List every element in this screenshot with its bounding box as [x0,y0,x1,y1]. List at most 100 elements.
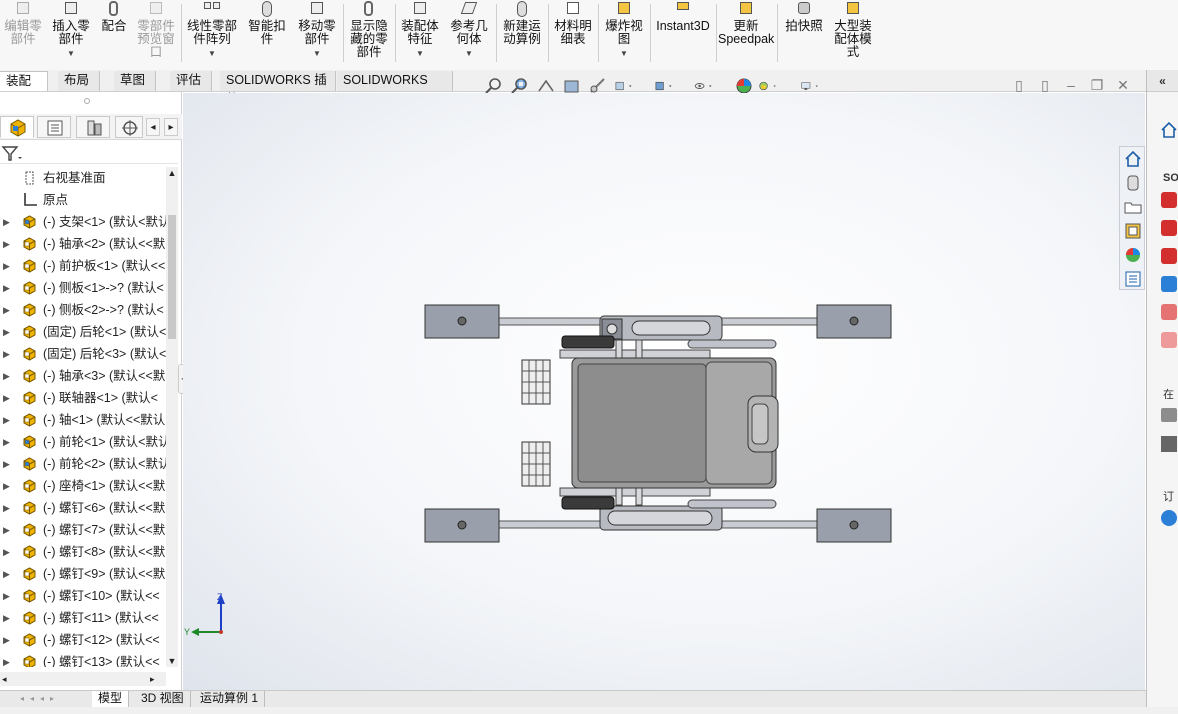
expand-arrow-icon[interactable]: ▶ [3,541,11,563]
tree-item[interactable]: ▶ (-) 座椅<1> (默认<<默 [0,475,166,497]
tile-left-icon[interactable]: ▯ [1011,78,1027,94]
solidworks-resource-icon[interactable] [1161,248,1177,264]
expand-arrow-icon[interactable]: ▶ [3,233,11,255]
tree-item[interactable]: ▶ (-) 轴<1> (默认<<默认 [0,409,166,431]
tree-item[interactable]: ▶ (-) 螺钉<9> (默认<<默 [0,563,166,585]
solidworks-resource-icon[interactable] [1161,192,1177,208]
chevron-down-icon[interactable]: ▼ [601,47,647,60]
expand-arrow-icon[interactable]: ▶ [3,497,11,519]
custom-properties-icon[interactable] [1123,269,1143,289]
reference-geometry-button[interactable]: 参考几何体 ▼ [446,0,492,68]
scroll-right-icon[interactable]: ▸ [150,672,155,686]
expand-arrow-icon[interactable]: ▶ [3,211,11,233]
tree-item[interactable]: ▶ (-) 前护板<1> (默认<< [0,255,166,277]
tree-item[interactable]: ▶ (-) 螺钉<11> (默认<< [0,607,166,629]
edit-component-button[interactable]: 编辑零部件 [2,0,44,68]
tree-item[interactable]: ▶ (-) 侧板<1>->? (默认< [0,277,166,299]
expand-arrow-icon[interactable]: ▶ [3,321,11,343]
feature-manager-tab[interactable] [0,116,34,138]
expand-arrow-icon[interactable]: ▶ [3,519,11,541]
graphics-area[interactable]: Z Y [183,93,1145,690]
tree-item[interactable]: ▶ (-) 螺钉<8> (默认<<默 [0,541,166,563]
tree-item[interactable]: ▶ (-) 螺钉<12> (默认<< [0,629,166,651]
tab-evaluate[interactable]: 评估 [170,71,212,91]
linear-pattern-button[interactable]: 线性零部件阵列 ▼ [184,0,240,68]
expand-arrow-icon[interactable]: ▶ [3,365,11,387]
update-speedpak-button[interactable]: 更新Speedpak [718,0,774,68]
expand-arrow-icon[interactable]: ▶ [3,453,11,475]
chevron-down-icon[interactable]: ▼ [184,47,240,60]
expand-arrow-icon[interactable]: ▶ [3,343,11,365]
tab-solidworks-addins[interactable]: SOLIDWORKS 插件 [220,71,336,106]
tree-item[interactable]: ▶ (-) 前轮<1> (默认<默认 [0,431,166,453]
tree-item[interactable]: ▶ (固定) 后轮<3> (默认< [0,343,166,365]
expand-arrow-icon[interactable]: ▶ [3,299,11,321]
tab-model[interactable]: 模型 [92,691,130,707]
tree-item[interactable]: ▶ (-) 螺钉<10> (默认<< [0,585,166,607]
expand-arrow-icon[interactable]: ▶ [3,409,11,431]
3d-content-icon[interactable] [1123,173,1143,193]
tab-3d-view[interactable]: 3D 视图 [135,691,191,707]
scroll-down-icon[interactable]: ▼ [167,655,177,667]
tab-motion-study-1[interactable]: 运动算例 1 [194,691,266,707]
scrollbar-thumb[interactable] [168,215,176,339]
dimxpert-manager-tab[interactable] [115,116,143,138]
tab-scroll-right-icon[interactable]: ▸ [164,118,178,136]
tree-vertical-scrollbar[interactable]: ▲ ▼ [166,167,178,667]
instant3d-button[interactable]: Instant3D [653,0,713,68]
configuration-manager-tab[interactable] [76,116,110,138]
chevron-down-icon[interactable]: ▼ [398,47,442,60]
view-palette-icon[interactable] [1123,221,1143,241]
expand-arrow-icon[interactable]: ▶ [3,387,11,409]
document-icon[interactable] [1161,332,1177,348]
chevron-down-icon[interactable]: ▼ [446,47,492,60]
expand-arrow-icon[interactable]: ▶ [3,475,11,497]
large-assembly-mode-button[interactable]: 大型装配体模式 [830,0,876,68]
tab-scroll-left-icon[interactable]: ◂ [146,118,160,136]
minimize-icon[interactable]: – [1063,78,1079,94]
globe-icon[interactable] [1161,510,1177,526]
exploded-view-button[interactable]: 爆炸视图 ▼ [601,0,647,68]
tile-right-icon[interactable]: ▯ [1037,78,1053,94]
tree-item[interactable]: ▶ (-) 轴承<2> (默认<<默 [0,233,166,255]
hand-icon[interactable] [1161,408,1177,422]
tab-assembly[interactable]: 装配体 [0,71,48,107]
solidworks-resource-icon[interactable] [1161,220,1177,236]
expand-arrow-icon[interactable]: ▶ [3,585,11,607]
expand-arrow-icon[interactable]: ▶ [3,651,11,667]
expand-arrow-icon[interactable]: ▶ [3,255,11,277]
home-icon[interactable] [1159,120,1178,143]
expand-arrow-icon[interactable]: ▶ [3,431,11,453]
factory-icon[interactable] [1161,436,1177,452]
expand-arrow-icon[interactable]: ▶ [3,277,11,299]
scroll-left-icon[interactable]: ◂ [2,672,7,686]
tab-sketch[interactable]: 草图 [114,71,156,91]
new-motion-study-button[interactable]: 新建运动算例 [499,0,545,68]
tools-icon[interactable] [1161,304,1177,320]
smart-fasteners-button[interactable]: 智能扣件 [244,0,290,68]
tree-item[interactable]: ▶ (-) 螺钉<7> (默认<<默 [0,519,166,541]
move-component-button[interactable]: 移动零部件 ▼ [294,0,340,68]
expand-arrow-icon[interactable]: ▶ [3,629,11,651]
tree-item[interactable]: ▶ (-) 侧板<2>->? (默认< [0,299,166,321]
chevron-down-icon[interactable]: ▼ [294,47,340,60]
tree-filter[interactable] [0,142,178,164]
assembly-features-button[interactable]: 装配体特征 ▼ [398,0,442,68]
mate-button[interactable]: 配合 [98,0,130,68]
component-preview-button[interactable]: 零部件预览窗口 [134,0,178,68]
home-icon[interactable] [1123,149,1143,169]
insert-component-button[interactable]: 插入零部件 ▼ [48,0,94,68]
take-snapshot-button[interactable]: 拍快照 [780,0,828,68]
folder-icon[interactable] [1123,197,1143,217]
tab-solidworks-mbd[interactable]: SOLIDWORKS MBD [337,71,453,106]
tab-scroll-arrows-icon[interactable]: ◂◂◂▸ [20,692,98,706]
appearances-icon[interactable] [1123,245,1143,265]
expand-arrow-icon[interactable]: ▶ [3,563,11,585]
chevron-down-icon[interactable]: ▼ [48,47,94,60]
tree-item[interactable]: ▶ (-) 轴承<3> (默认<<默 [0,365,166,387]
tree-item[interactable]: ▶ (固定) 后轮<1> (默认< [0,321,166,343]
expand-arrow-icon[interactable]: ▶ [3,607,11,629]
tree-item[interactable]: ▶ (-) 支架<1> (默认<默认 [0,211,166,233]
assembly-model[interactable] [183,93,1145,690]
tree-item[interactable]: ▶ (-) 联轴器<1> (默认< [0,387,166,409]
